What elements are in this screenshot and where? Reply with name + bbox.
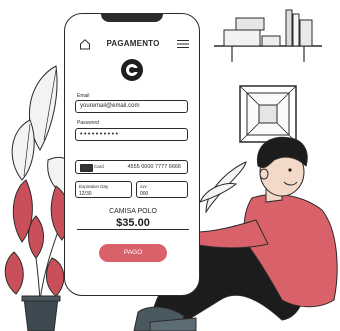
product-name: CAMISA POLO <box>109 208 157 215</box>
password-field[interactable]: •••••••••• <box>75 128 188 141</box>
shelf-book <box>285 9 293 47</box>
pay-button[interactable]: PAGO <box>99 244 167 262</box>
card-label: Card <box>94 164 104 169</box>
menu-icon[interactable] <box>177 39 189 49</box>
product-price: $35.00 <box>116 217 150 229</box>
expiration-field[interactable]: Expiration Day 12/30 <box>75 181 132 198</box>
phone-notch <box>101 13 163 22</box>
phone-mockup: PAGAMENTO Email youremail@email.com Pass… <box>64 13 200 296</box>
shelf-box <box>223 29 261 47</box>
brand-logo <box>121 59 143 81</box>
email-label: Email <box>77 93 90 99</box>
price-divider <box>77 229 189 230</box>
cvv-field[interactable]: cvv 000 <box>136 181 188 198</box>
credit-card-icon <box>80 164 93 172</box>
cvv-label: cvv <box>140 184 147 189</box>
email-field[interactable]: youremail@email.com <box>75 100 188 113</box>
card-number: 4555 0000 7777 6666 <box>127 164 181 170</box>
expiration-label: Expiration Day <box>79 184 109 189</box>
card-number-field[interactable]: Card 4555 0000 7777 6666 <box>75 160 188 174</box>
cvv-value: 000 <box>140 191 149 197</box>
app-header: PAGAMENTO <box>65 36 201 52</box>
logo-icon <box>126 64 138 76</box>
expiration-value: 12/30 <box>79 191 92 197</box>
payment-illustration: PAGAMENTO Email youremail@email.com Pass… <box>0 0 340 331</box>
plant-pot <box>23 297 59 331</box>
password-label: Password <box>77 120 99 126</box>
